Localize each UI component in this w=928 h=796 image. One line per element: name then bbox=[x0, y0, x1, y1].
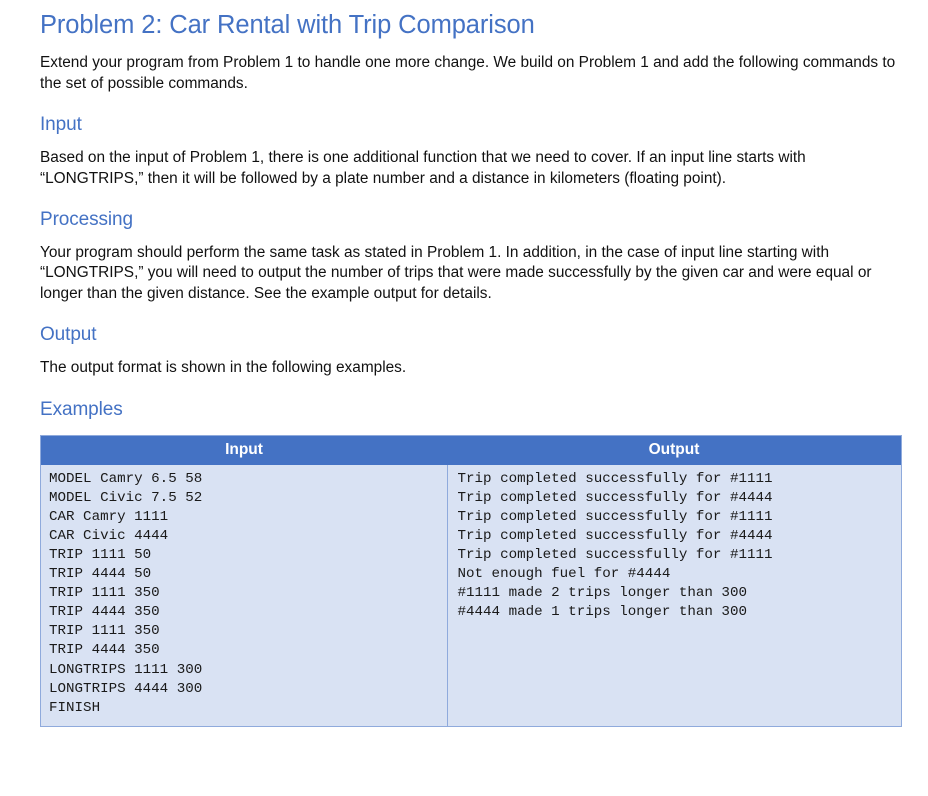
document-page: Problem 2: Car Rental with Trip Comparis… bbox=[0, 11, 928, 727]
page-title: Problem 2: Car Rental with Trip Comparis… bbox=[40, 11, 535, 39]
code-line: Trip completed successfully for #1111 bbox=[457, 546, 773, 563]
input-code-block: MODEL Camry 6.5 58 MODEL Civic 7.5 52 CAR … bbox=[49, 470, 447, 718]
code-line: TRIP 1111 50 bbox=[49, 546, 152, 563]
output-section-paragraph: The output format is shown in the follow… bbox=[40, 359, 407, 377]
code-line: #4444 made 1 trips longer than 300 bbox=[457, 604, 747, 621]
intro-paragraph: Extend your program from Problem 1 to ha… bbox=[40, 54, 896, 92]
section-heading-processing: Processing bbox=[40, 209, 133, 231]
code-line: TRIP 4444 50 bbox=[49, 566, 152, 583]
examples-table: Input Output MODEL Camry 6.5 58 MODEL Civ… bbox=[40, 434, 902, 727]
cell-example-input: MODEL Camry 6.5 58 MODEL Civic 7.5 52 CAR … bbox=[40, 464, 447, 727]
examples-table-body: MODEL Camry 6.5 58 MODEL Civic 7.5 52 CAR … bbox=[40, 464, 902, 727]
code-line: LONGTRIPS 1111 300 bbox=[49, 661, 203, 678]
code-line: TRIP 1111 350 bbox=[49, 623, 160, 640]
table-header-row: Input Output bbox=[40, 435, 902, 465]
input-section-paragraph: Based on the input of Problem 1, there i… bbox=[40, 149, 806, 187]
code-line: MODEL Camry 6.5 58 bbox=[49, 470, 203, 487]
section-heading-examples: Examples bbox=[40, 398, 123, 420]
code-line: CAR Civic 4444 bbox=[49, 527, 169, 544]
column-header-input: Input bbox=[40, 435, 447, 465]
output-code-block: Trip completed successfully for #1111 Tri… bbox=[458, 470, 902, 623]
code-line: Trip completed successfully for #1111 bbox=[457, 470, 773, 487]
code-line: CAR Camry 1111 bbox=[49, 508, 169, 525]
code-line: Trip completed successfully for #4444 bbox=[457, 527, 773, 544]
examples-table-head: Input Output bbox=[40, 435, 902, 465]
section-heading-input: Input bbox=[40, 114, 82, 136]
cell-example-output: Trip completed successfully for #1111 Tri… bbox=[446, 464, 902, 727]
code-line: Trip completed successfully for #1111 bbox=[457, 508, 773, 525]
code-line: TRIP 1111 350 bbox=[49, 585, 160, 602]
code-line: FINISH bbox=[49, 699, 101, 716]
code-line: TRIP 4444 350 bbox=[49, 604, 160, 621]
processing-section-paragraph: Your program should perform the same tas… bbox=[40, 243, 872, 302]
code-line: MODEL Civic 7.5 52 bbox=[49, 489, 203, 506]
table-row: MODEL Camry 6.5 58 MODEL Civic 7.5 52 CAR … bbox=[40, 464, 902, 727]
section-heading-output: Output bbox=[40, 324, 97, 346]
code-line: LONGTRIPS 4444 300 bbox=[49, 680, 203, 697]
code-line: Trip completed successfully for #4444 bbox=[457, 489, 773, 506]
code-line: Not enough fuel for #4444 bbox=[457, 566, 671, 583]
code-line: TRIP 4444 350 bbox=[49, 642, 160, 659]
code-line: #1111 made 2 trips longer than 300 bbox=[457, 585, 747, 602]
column-header-output: Output bbox=[447, 435, 902, 465]
